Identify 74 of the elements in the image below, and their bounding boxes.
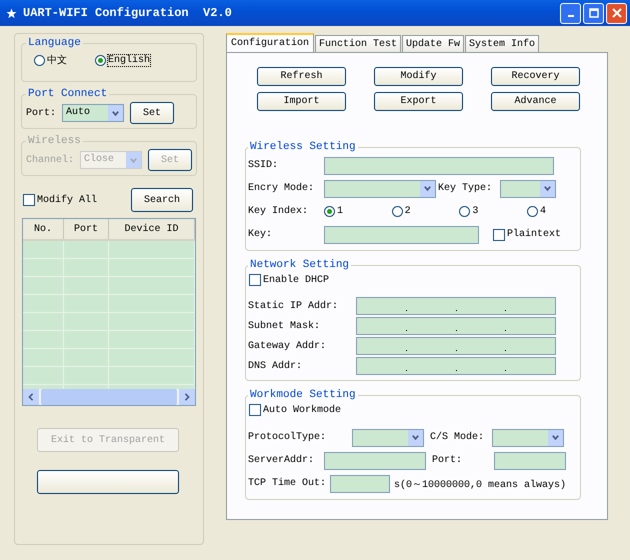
caret-icon xyxy=(543,184,552,193)
tcp-timeout-field[interactable] xyxy=(330,474,390,492)
action-button[interactable]: Modify xyxy=(374,67,463,86)
caret-icon xyxy=(129,156,138,164)
group-title: Language xyxy=(27,37,82,49)
tab[interactable]: Configuration xyxy=(226,33,314,52)
key-label: Key: xyxy=(248,229,274,240)
horizontal-scrollbar[interactable] xyxy=(23,389,195,405)
server-addr-field[interactable] xyxy=(324,452,426,470)
close-button[interactable] xyxy=(606,2,627,24)
key-type-dropdown[interactable] xyxy=(500,180,556,198)
action-button[interactable]: Export xyxy=(374,92,463,111)
caret-icon xyxy=(111,108,120,118)
timeout-hint: s(0～10000000,0 means always) xyxy=(394,478,566,490)
address-label: DNS Addr: xyxy=(248,360,304,372)
column-header[interactable]: Port xyxy=(64,219,109,239)
address-label: Subnet Mask: xyxy=(248,320,322,332)
language-radio[interactable]: English xyxy=(95,53,150,67)
channel-label: Channel: xyxy=(26,154,74,166)
enable-dhcp-checkbox[interactable]: Enable DHCP xyxy=(249,274,330,286)
caret-icon xyxy=(411,433,420,442)
group-title: Wireless Setting xyxy=(249,141,357,153)
group-title: Port Connect xyxy=(27,88,108,100)
ip-address-field[interactable] xyxy=(356,337,556,355)
ip-address-field[interactable] xyxy=(356,357,556,375)
key-type-label: Key Type: xyxy=(438,183,492,194)
group-title: Network Setting xyxy=(249,259,350,271)
star-icon xyxy=(6,8,17,18)
port-dropdown[interactable]: Auto xyxy=(62,104,124,122)
tab[interactable]: System Info xyxy=(465,35,540,52)
tab[interactable]: Update Fw xyxy=(402,35,464,52)
blank-button[interactable] xyxy=(37,470,179,494)
cs-mode-label: C/S Mode: xyxy=(430,432,486,443)
set-button[interactable]: Set xyxy=(130,102,174,124)
language-radio[interactable]: 中文 xyxy=(34,53,67,67)
server-addr-label: ServerAddr: xyxy=(248,455,316,466)
encry-mode-label: Encry Mode: xyxy=(248,183,316,194)
port-label: Port: xyxy=(432,455,464,466)
modify-all-checkbox[interactable]: Modify All xyxy=(23,194,98,206)
cs-mode-dropdown[interactable] xyxy=(492,428,564,446)
minimize-icon xyxy=(568,15,574,17)
action-button[interactable]: Refresh xyxy=(257,67,346,86)
caret-icon xyxy=(551,433,560,442)
window-title: UART-WIFI Configuration V2.0 xyxy=(23,6,233,20)
protocol-type-dropdown[interactable] xyxy=(352,428,424,446)
tcp-timeout-label: TCP Time Out: xyxy=(248,478,328,489)
group-title: Wireless xyxy=(27,135,82,147)
close-icon xyxy=(612,8,622,18)
encry-mode-dropdown[interactable] xyxy=(324,180,436,198)
ip-address-field[interactable] xyxy=(356,317,556,335)
minimize-button[interactable] xyxy=(560,2,581,24)
auto-workmode-checkbox[interactable]: Auto Workmode xyxy=(249,404,342,416)
plaintext-checkbox[interactable]: Plaintext xyxy=(493,228,562,240)
caret-icon xyxy=(423,184,432,193)
key-index-label: Key Index: xyxy=(248,206,310,217)
ssid-label: SSID: xyxy=(248,160,280,171)
tab[interactable]: Function Test xyxy=(315,35,402,52)
search-button[interactable]: Search xyxy=(131,188,193,212)
ip-address-field[interactable] xyxy=(356,297,556,315)
column-header[interactable]: Device ID xyxy=(109,219,195,239)
action-button[interactable]: Advance xyxy=(491,92,580,111)
protocol-type-label: ProtocolType: xyxy=(248,432,328,443)
action-button[interactable]: Recovery xyxy=(491,67,580,86)
column-header[interactable]: No. xyxy=(23,219,64,239)
maximize-icon xyxy=(588,8,598,18)
key-field[interactable] xyxy=(324,226,479,244)
address-label: Static IP Addr: xyxy=(248,300,340,312)
maximize-button[interactable] xyxy=(583,2,604,24)
group-title: Workmode Setting xyxy=(249,389,357,401)
action-button[interactable]: Import xyxy=(257,92,346,111)
port-label: Port: xyxy=(26,108,56,118)
ssid-field[interactable] xyxy=(324,156,554,174)
address-label: Gateway Addr: xyxy=(248,340,328,352)
port-field[interactable] xyxy=(494,452,566,470)
